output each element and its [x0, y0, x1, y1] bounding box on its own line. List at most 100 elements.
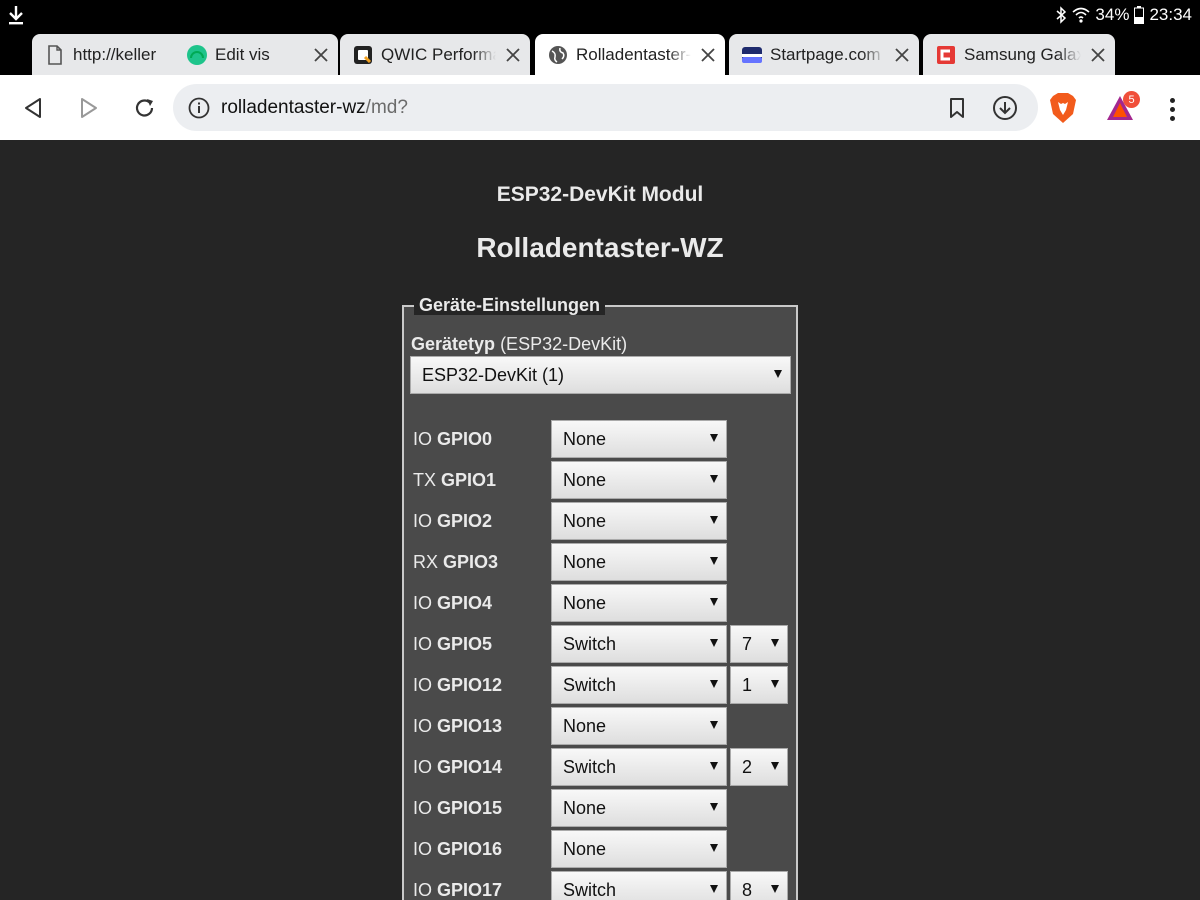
gpio-name: GPIO16 — [437, 839, 503, 859]
gpio-row: IO GPIO16 None — [404, 829, 796, 870]
brave-shields-icon[interactable] — [1049, 92, 1077, 124]
download-page-icon[interactable] — [992, 95, 1018, 121]
url-path: /md? — [365, 96, 408, 118]
url-text[interactable]: rolladentaster-wz/md? — [221, 97, 408, 119]
address-bar[interactable]: rolladentaster-wz/md? — [173, 84, 1038, 131]
gpio-name: GPIO14 — [437, 757, 503, 777]
gpio-prefix: IO — [413, 429, 433, 449]
info-icon[interactable] — [188, 97, 210, 119]
bookmark-icon[interactable] — [945, 96, 969, 120]
gpio-prefix: IO — [413, 716, 433, 736]
module-title: ESP32-DevKit Modul — [496, 183, 704, 206]
bluetooth-icon — [1055, 6, 1067, 24]
tab-title: Edit vis — [215, 44, 270, 64]
gpio-row: IO GPIO15 None — [404, 788, 796, 829]
tab-group: http://keller Edit vis — [32, 34, 338, 75]
gpio-prefix: IO — [413, 593, 433, 613]
overflow-menu-icon[interactable] — [1160, 94, 1184, 124]
gpio-index-value: 1 — [742, 674, 753, 695]
gpio-function-select[interactable]: Switch — [551, 625, 727, 663]
page-content: ESP32-DevKit Modul Rolladentaster-WZ Ger… — [0, 140, 1200, 900]
device-settings-fieldset: Geräte-Einstellungen Gerätetyp (ESP32-De… — [402, 295, 798, 900]
gpio-index-select[interactable]: 1 — [730, 666, 788, 704]
close-tab-icon[interactable] — [496, 34, 530, 75]
device-type-value: ESP32-DevKit (1) — [422, 364, 565, 385]
gpio-label: IO GPIO15 — [413, 798, 502, 819]
close-tab-icon[interactable] — [691, 34, 725, 75]
tab-startpage[interactable]: Startpage.com Search — [729, 34, 919, 75]
url-host: rolladentaster-wz — [221, 96, 366, 118]
dropdown-arrow-icon — [771, 639, 779, 647]
gpio-name: GPIO1 — [441, 470, 497, 490]
clock: 23:34 — [1149, 5, 1192, 24]
tab-samsung[interactable]: Samsung Galaxy — [923, 34, 1115, 75]
dropdown-arrow-icon — [710, 639, 718, 647]
gpio-function-value: Switch — [563, 756, 617, 777]
gpio-prefix: IO — [413, 798, 433, 818]
gpio-name: GPIO4 — [437, 593, 493, 613]
gpio-function-select[interactable]: None — [551, 461, 727, 499]
gpio-row: IO GPIO0 None — [404, 419, 796, 460]
gpio-index-value: 2 — [742, 756, 753, 777]
dropdown-arrow-icon — [710, 598, 718, 606]
close-tab-icon[interactable] — [1081, 34, 1115, 75]
gpio-function-select[interactable]: None — [551, 502, 727, 540]
gpio-index-select[interactable]: 8 — [730, 871, 788, 900]
gpio-row: IO GPIO5 Switch 7 — [404, 624, 796, 665]
tab-qwic[interactable]: QWIC Performance — [340, 34, 530, 75]
gpio-label: IO GPIO16 — [413, 839, 502, 860]
tab-http-keller[interactable]: http://keller — [32, 34, 182, 75]
gpio-label: RX GPIO3 — [413, 552, 498, 573]
reload-button[interactable] — [126, 89, 164, 127]
gpio-name: GPIO0 — [437, 429, 493, 449]
gpio-function-select[interactable]: None — [551, 584, 727, 622]
gpio-function-select[interactable]: None — [551, 543, 727, 581]
gpio-row: IO GPIO13 None — [404, 706, 796, 747]
gpio-function-select[interactable]: None — [551, 789, 727, 827]
gpio-label: IO GPIO0 — [413, 429, 492, 450]
dropdown-arrow-icon — [710, 844, 718, 852]
back-button[interactable] — [14, 89, 52, 127]
gpio-function-select[interactable]: Switch — [551, 748, 727, 786]
gpio-function-value: None — [563, 592, 607, 613]
gpio-index-select[interactable]: 2 — [730, 748, 788, 786]
gpio-label: IO GPIO17 — [413, 880, 502, 900]
gpio-function-select[interactable]: Switch — [551, 871, 727, 900]
gpio-prefix: IO — [413, 511, 433, 531]
dropdown-arrow-icon — [710, 680, 718, 688]
device-type-select[interactable]: ESP32-DevKit (1) — [410, 356, 791, 394]
gpio-function-select[interactable]: None — [551, 830, 727, 868]
gpio-row: TX GPIO1 None — [404, 460, 796, 501]
gpio-row: IO GPIO14 Switch 2 — [404, 747, 796, 788]
tab-rolladentaster[interactable]: Rolladentaster-WZ — [535, 34, 725, 75]
gpio-name: GPIO2 — [437, 511, 493, 531]
gpio-function-select[interactable]: None — [551, 707, 727, 745]
dropdown-arrow-icon — [771, 680, 779, 688]
gpio-index-select[interactable]: 7 — [730, 625, 788, 663]
tab-title: Startpage.com Search — [770, 44, 885, 64]
brave-rewards-icon[interactable]: 5 — [1105, 91, 1140, 124]
device-type-hint: (ESP32-DevKit) — [500, 334, 628, 354]
gpio-prefix: IO — [413, 634, 433, 654]
dropdown-arrow-icon — [771, 762, 779, 770]
gpio-function-select[interactable]: Switch — [551, 666, 727, 704]
dropdown-arrow-icon — [710, 557, 718, 565]
forward-button[interactable] — [70, 89, 108, 127]
gpio-function-value: Switch — [563, 879, 617, 900]
dropdown-arrow-icon — [710, 434, 718, 442]
gpio-label: IO GPIO2 — [413, 511, 492, 532]
gpio-row: IO GPIO4 None — [404, 583, 796, 624]
browser-toolbar: rolladentaster-wz/md? 5 — [0, 75, 1200, 140]
page-icon — [44, 44, 66, 66]
globe-icon — [547, 44, 569, 66]
gpio-function-select[interactable]: None — [551, 420, 727, 458]
close-tab-icon[interactable] — [885, 34, 919, 75]
close-tab-icon[interactable] — [304, 34, 338, 75]
gpio-prefix: RX — [413, 552, 439, 572]
gpio-label: TX GPIO1 — [413, 470, 496, 491]
tab-edit-vis[interactable]: Edit vis — [178, 34, 338, 75]
tab-strip: http://keller Edit vis QWIC Performance … — [0, 30, 1200, 93]
gpio-row: RX GPIO3 None — [404, 542, 796, 583]
dropdown-arrow-icon — [774, 370, 782, 378]
gpio-prefix: TX — [413, 470, 437, 490]
